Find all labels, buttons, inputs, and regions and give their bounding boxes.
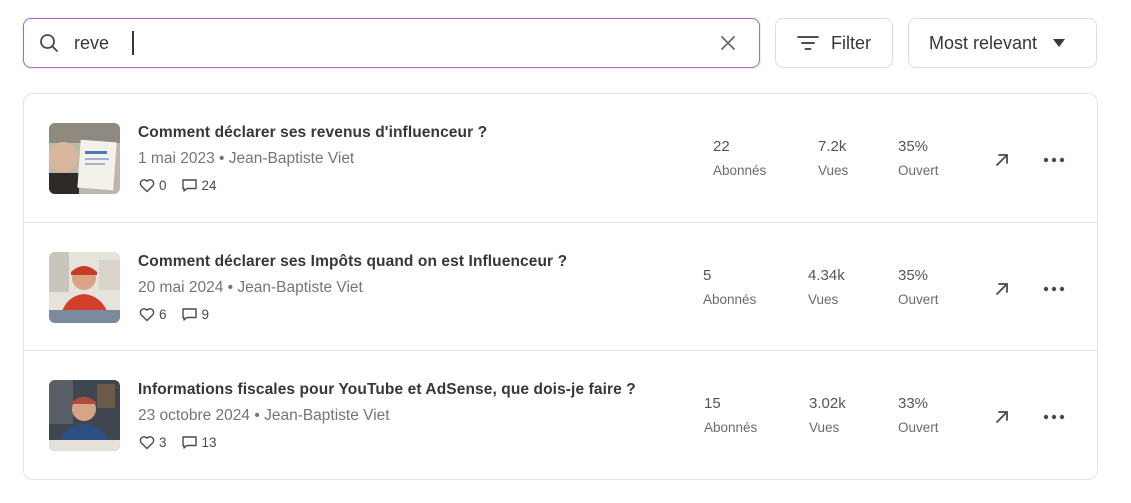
comments-count: 24 — [201, 177, 217, 193]
close-icon[interactable] — [719, 34, 737, 52]
likes-count: 6 — [159, 306, 167, 322]
post-thumbnail — [49, 123, 120, 194]
likes-count: 0 — [159, 177, 167, 193]
views-value: 7.2k — [818, 138, 847, 155]
search-bar[interactable] — [23, 18, 760, 68]
post-thumbnail — [49, 252, 120, 323]
views-value: 4.34k — [808, 267, 845, 284]
post-engagement: 6 9 — [138, 306, 209, 322]
post-title[interactable]: Comment déclarer ses Impôts quand on est… — [138, 253, 567, 271]
heart-icon — [138, 306, 155, 322]
views-label: Vues — [818, 163, 849, 178]
post-row[interactable]: Comment déclarer ses Impôts quand on est… — [24, 222, 1097, 350]
post-engagement: 3 13 — [138, 434, 217, 450]
post-row[interactable]: Comment déclarer ses revenus d'influence… — [24, 94, 1097, 222]
more-options-icon[interactable] — [1041, 279, 1067, 299]
open-rate-value: 35% — [898, 267, 929, 284]
views-value: 3.02k — [809, 395, 846, 412]
sort-label: Most relevant — [929, 32, 1038, 53]
open-rate-label: Ouvert — [898, 420, 939, 435]
caret-down-icon — [1053, 39, 1066, 47]
likes-count: 3 — [159, 434, 167, 450]
views-label: Vues — [808, 292, 839, 307]
open-rate-label: Ouvert — [898, 163, 939, 178]
subscribers-value: 15 — [704, 395, 721, 412]
comment-icon — [181, 434, 198, 450]
filter-label: Filter — [831, 32, 871, 53]
open-rate-label: Ouvert — [898, 292, 939, 307]
views-stat: 4.34k Vues — [808, 267, 845, 307]
post-meta: 1 mai 2023 • Jean-Baptiste Viet — [138, 150, 355, 167]
comment-icon — [181, 306, 198, 322]
comment-icon — [181, 177, 198, 193]
subscribers-label: Abonnés — [703, 292, 757, 307]
post-list: Comment déclarer ses revenus d'influence… — [23, 93, 1098, 480]
open-rate-stat: 35% Ouvert — [898, 267, 939, 307]
subscribers-stat: 15 Abonnés — [704, 395, 757, 435]
filter-button[interactable]: Filter — [775, 18, 893, 68]
search-input[interactable] — [74, 32, 674, 54]
external-link-icon[interactable] — [992, 407, 1012, 427]
post-row[interactable]: Informations fiscales pour YouTube et Ad… — [24, 350, 1097, 478]
views-stat: 3.02k Vues — [809, 395, 846, 435]
subscribers-label: Abonnés — [704, 420, 758, 435]
heart-icon — [138, 434, 155, 450]
subscribers-stat: 22 Abonnés — [713, 138, 766, 178]
external-link-icon[interactable] — [992, 150, 1012, 170]
subscribers-value: 5 — [703, 267, 712, 284]
post-meta: 20 mai 2024 • Jean-Baptiste Viet — [138, 279, 363, 296]
post-thumbnail — [49, 380, 120, 451]
views-label: Vues — [809, 420, 840, 435]
external-link-icon[interactable] — [992, 279, 1012, 299]
post-title[interactable]: Informations fiscales pour YouTube et Ad… — [138, 381, 636, 399]
post-meta: 23 octobre 2024 • Jean-Baptiste Viet — [138, 407, 390, 424]
comments-count: 13 — [201, 434, 217, 450]
views-stat: 7.2k Vues — [818, 138, 848, 178]
filter-icon — [797, 34, 819, 52]
sort-dropdown[interactable]: Most relevant — [908, 18, 1097, 68]
subscribers-stat: 5 Abonnés — [703, 267, 756, 307]
heart-icon — [138, 177, 155, 193]
comments-count: 9 — [201, 306, 210, 322]
post-engagement: 0 24 — [138, 177, 217, 193]
more-options-icon[interactable] — [1041, 407, 1067, 427]
search-icon — [38, 32, 60, 54]
open-rate-stat: 35% Ouvert — [898, 138, 939, 178]
open-rate-value: 33% — [898, 395, 929, 412]
subscribers-value: 22 — [713, 138, 730, 155]
more-options-icon[interactable] — [1041, 150, 1067, 170]
post-title[interactable]: Comment déclarer ses revenus d'influence… — [138, 124, 487, 142]
subscribers-label: Abonnés — [713, 163, 767, 178]
text-caret — [132, 31, 134, 55]
open-rate-value: 35% — [898, 138, 929, 155]
open-rate-stat: 33% Ouvert — [898, 395, 939, 435]
